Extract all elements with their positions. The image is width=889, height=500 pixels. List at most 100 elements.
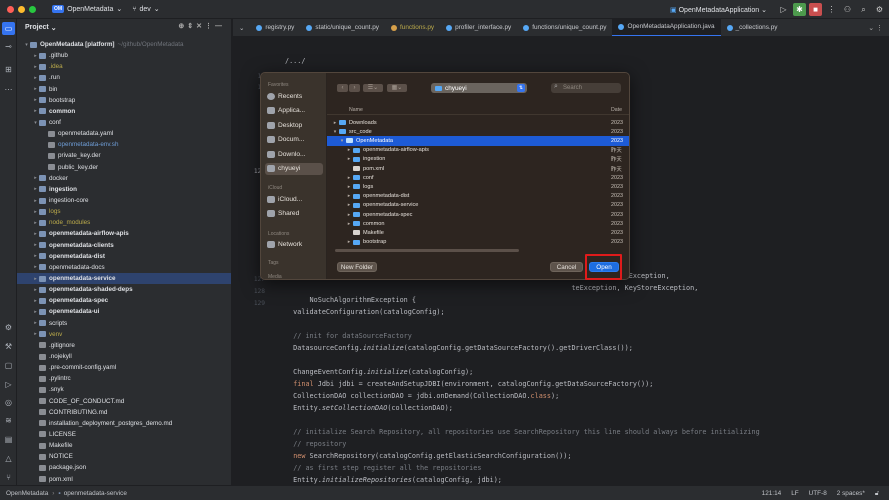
file-row[interactable]: ▸ openmetadata-airflow-apis 昨天: [327, 146, 629, 155]
search-icon[interactable]: ⌕: [857, 3, 870, 16]
indent-setting[interactable]: 2 spaces*: [837, 490, 865, 497]
tree-item[interactable]: ▸ scripts: [17, 318, 231, 329]
file-row[interactable]: ▸ ingestion 昨天: [327, 155, 629, 164]
tree-item[interactable]: ▸ openmetadata-dist: [17, 251, 231, 262]
sidebar-item-downloads[interactable]: Downlo...: [265, 148, 323, 160]
tree-item[interactable]: openmetadata-env.sh: [17, 139, 231, 150]
file-row[interactable]: Makefile 2023: [327, 228, 629, 237]
chevron-right-icon[interactable]: ▸: [32, 53, 39, 59]
chevron-right-icon[interactable]: ▸: [32, 186, 39, 192]
tree-item[interactable]: ▸ docker: [17, 173, 231, 184]
tabs-overflow-icon[interactable]: ⌄: [233, 19, 250, 36]
sidebar-item-desktop[interactable]: Desktop: [265, 119, 323, 131]
tree-item[interactable]: ▾ conf: [17, 117, 231, 128]
tree-item[interactable]: ▸ ingestion-core: [17, 195, 231, 206]
file-encoding[interactable]: UTF-8: [809, 490, 827, 497]
chevron-down-icon[interactable]: ⌄: [51, 24, 57, 32]
tree-item[interactable]: ▸ venv: [17, 329, 231, 340]
horizontal-scrollbar[interactable]: [335, 249, 519, 252]
tree-item[interactable]: LICENSE: [17, 429, 231, 440]
problems-icon[interactable]: ◎: [2, 396, 15, 409]
tree-item[interactable]: ▸ node_modules: [17, 217, 231, 228]
settings-gear-icon[interactable]: ⚙: [873, 3, 886, 16]
project-folder-icon[interactable]: ▭: [2, 22, 15, 35]
tree-item[interactable]: ▸ common: [17, 106, 231, 117]
file-row[interactable]: ▸ logs 2023: [327, 182, 629, 191]
layers-icon[interactable]: ≋: [2, 414, 15, 427]
chevron-right-icon[interactable]: ▸: [32, 242, 39, 248]
chevron-right-icon[interactable]: ▸: [32, 309, 39, 315]
file-row[interactable]: ▸ openmetadata-spec 2023: [327, 210, 629, 219]
branch-switcher[interactable]: ⑂ dev ⌄: [132, 5, 159, 14]
disclosure-closed-icon[interactable]: ▸: [345, 147, 353, 153]
disclosure-closed-icon[interactable]: ▸: [345, 239, 353, 245]
run-icon[interactable]: ▷: [2, 378, 15, 391]
git-icon[interactable]: ⑂: [2, 471, 15, 484]
editor-tab[interactable]: registry.py: [250, 19, 300, 36]
sidebar-item-icloud[interactable]: iCloud...: [265, 193, 323, 205]
tree-item[interactable]: CODE_OF_CONDUCT.md: [17, 396, 231, 407]
chevron-right-icon[interactable]: ▸: [32, 209, 39, 215]
disclosure-closed-icon[interactable]: ▸: [331, 120, 339, 126]
tree-item[interactable]: private_key.der: [17, 150, 231, 161]
view-list-button[interactable]: ☰⌄: [363, 84, 383, 92]
chevron-right-icon[interactable]: ▸: [32, 253, 39, 259]
file-row[interactable]: ▸ openmetadata-service 2023: [327, 201, 629, 210]
tree-item[interactable]: package.json: [17, 462, 231, 473]
tree-item[interactable]: public_key.der: [17, 162, 231, 173]
editor-tab[interactable]: _collections.py: [721, 19, 784, 36]
chevron-right-icon[interactable]: ▸: [32, 276, 39, 282]
chevron-right-icon[interactable]: ▸: [32, 298, 39, 304]
disclosure-open-icon[interactable]: ▾: [331, 129, 339, 135]
tree-item[interactable]: NOTICE: [17, 451, 231, 462]
minimize-window-button[interactable]: [18, 5, 25, 13]
tree-item[interactable]: ▸ openmetadata-docs: [17, 262, 231, 273]
forward-button[interactable]: ›: [349, 84, 360, 92]
sidebar-item-shared[interactable]: Shared: [265, 208, 323, 220]
file-row[interactable]: ▸ openmetadata-dist 2023: [327, 192, 629, 201]
file-row[interactable]: ▸ conf 2023: [327, 173, 629, 182]
chevron-right-icon[interactable]: ▸: [32, 287, 39, 293]
commit-icon[interactable]: ⊸: [2, 40, 15, 53]
tree-item[interactable]: installation_deployment_postgres_demo.md: [17, 418, 231, 429]
hide-icon[interactable]: —: [215, 23, 225, 30]
run-icon[interactable]: ▷: [777, 3, 790, 16]
services-icon[interactable]: ⚙: [2, 321, 15, 334]
chevron-right-icon[interactable]: ▸: [32, 175, 39, 181]
tree-item[interactable]: pom.xml: [17, 473, 231, 484]
disclosure-open-icon[interactable]: ▾: [338, 138, 346, 144]
chevron-right-icon[interactable]: ▸: [32, 320, 39, 326]
chevron-down-icon[interactable]: ▾: [32, 120, 39, 126]
back-button[interactable]: ‹: [337, 84, 348, 92]
tree-item[interactable]: ▸ openmetadata-service: [17, 272, 231, 285]
chevron-right-icon[interactable]: ▸: [32, 264, 39, 270]
chevron-right-icon[interactable]: ▸: [32, 198, 39, 204]
zoom-window-button[interactable]: [29, 5, 36, 13]
tree-item[interactable]: ▸ openmetadata-airflow-apis: [17, 228, 231, 239]
chevron-right-icon[interactable]: ▸: [32, 231, 39, 237]
tree-item[interactable]: ▸ bootstrap: [17, 95, 231, 106]
sidebar-item-home[interactable]: chyueyi: [265, 162, 323, 175]
sidebar-item-documents[interactable]: Docum...: [265, 134, 323, 146]
tree-item[interactable]: ▾ OpenMetadata [platform] ~/github/OpenMet…: [17, 39, 231, 50]
tree-item[interactable]: ▸ bin: [17, 84, 231, 95]
file-row[interactable]: ▸ common 2023: [327, 219, 629, 228]
more-tools-icon[interactable]: ⋯: [2, 83, 15, 96]
debug-icon[interactable]: ✱: [793, 3, 806, 16]
chevron-right-icon[interactable]: ▸: [32, 331, 39, 337]
more-icon[interactable]: ⋮: [825, 3, 838, 16]
file-row[interactable]: ▾ OpenMetadata 2023: [327, 136, 629, 146]
disclosure-closed-icon[interactable]: ▸: [345, 212, 353, 218]
cancel-button[interactable]: Cancel: [550, 262, 583, 272]
console-icon[interactable]: ▤: [2, 433, 15, 446]
collapse-icon[interactable]: ⇕: [187, 23, 196, 30]
disclosure-closed-icon[interactable]: ▸: [345, 156, 353, 162]
lock-icon[interactable]: 🔓︎: [875, 490, 879, 498]
tree-item[interactable]: .pylintrc: [17, 373, 231, 384]
chevron-right-icon[interactable]: ▸: [32, 75, 39, 81]
build-hammer-icon[interactable]: ⚒: [2, 340, 15, 353]
tree-item[interactable]: .pre-commit-config.yaml: [17, 362, 231, 373]
chevron-right-icon[interactable]: ▸: [32, 86, 39, 92]
tree-item[interactable]: .nojekyll: [17, 351, 231, 362]
tree-item[interactable]: ▸ .run: [17, 72, 231, 83]
